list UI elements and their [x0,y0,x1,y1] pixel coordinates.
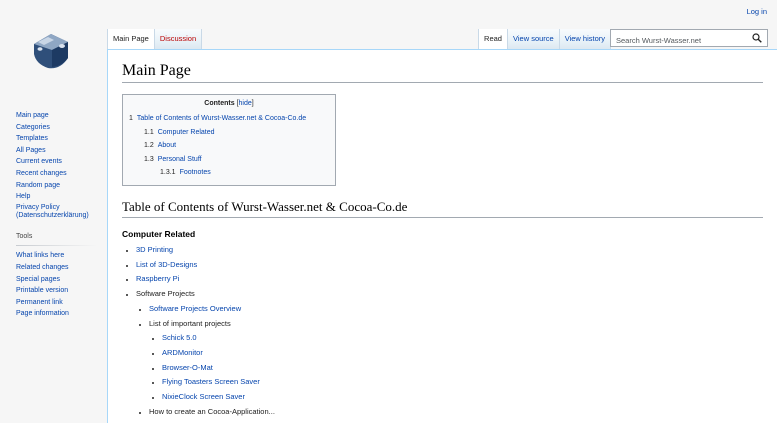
toc-link[interactable]: Personal Stuff [158,156,202,163]
link-browser-o-mat[interactable]: Browser-O-Mat [162,363,213,372]
sidebar-item-templates[interactable]: Templates [16,133,107,145]
list-item: NixieClock Screen Saver [162,390,763,405]
table-of-contents: Contents [hide] 1 Table of Contents of Wu… [122,94,336,186]
sidebar-item-random-page[interactable]: Random page [16,180,107,192]
tab-read[interactable]: Read [478,29,507,49]
toc-list: 1 Table of Contents of Wurst-Wasser.net &… [129,112,329,180]
sidebar-item-privacy-policy[interactable]: Privacy Policy (Datenschutzerklärung) [16,203,107,221]
tab-main-page[interactable]: Main Page [107,29,154,49]
sidebar-item-categories[interactable]: Categories [16,122,107,134]
tools-list: What links here Related changes Special … [0,250,107,320]
list-item: Raspberry Pi [136,272,763,287]
sidebar-item-what-links-here[interactable]: What links here [16,250,107,262]
sidebar-item-current-events[interactable]: Current events [16,156,107,168]
sidebar-item-page-information[interactable]: Page information [16,308,107,320]
link-nixieclock[interactable]: NixieClock Screen Saver [162,392,245,401]
navigation-list: Main page Categories Templates All Pages… [0,110,107,221]
toc-number: 1.3.1 [160,169,176,177]
toc-link[interactable]: About [158,142,176,149]
search-input[interactable] [611,32,751,49]
list-item: Flying Toasters Screen Saver [162,375,763,390]
important-projects-label: List of important projects [149,318,231,328]
sidebar: Main page Categories Templates All Pages… [0,110,107,320]
list-item: Software Projects Overview [149,302,763,317]
sidebar-item-recent-changes[interactable]: Recent changes [16,168,107,180]
link-ardmonitor[interactable]: ARDMonitor [162,348,203,357]
sidebar-item-main-page[interactable]: Main page [16,110,107,122]
sidebar-item-all-pages[interactable]: All Pages [16,145,107,157]
login-link[interactable]: Log in [747,7,767,16]
page-title: Main Page [122,62,763,83]
personal-tools: Log in [747,7,767,16]
toc-item[interactable]: 1.3 Personal Stuff [129,153,329,167]
content-list: 3D Printing List of 3D-Designs Raspberry… [122,243,763,419]
tab-discussion[interactable]: Discussion [153,29,203,49]
list-item: List of 3D-Designs [136,258,763,273]
link-software-overview[interactable]: Software Projects Overview [149,304,241,313]
toc-number: 1.3 [144,155,154,163]
search-box [610,29,768,49]
link-3d-printing[interactable]: 3D Printing [136,245,173,254]
main-content: Main Page Contents [hide] 1 Table of Cont… [107,49,777,423]
search-icon[interactable] [752,33,762,43]
list-item: Browser-O-Mat [162,361,763,376]
link-schick[interactable]: Schick 5.0 [162,333,197,342]
toc-title: Contents [hide] [204,100,254,107]
sidebar-item-help[interactable]: Help [16,191,107,203]
view-tabs: Read View source View history [478,29,611,49]
link-3d-designs[interactable]: List of 3D-Designs [136,260,197,269]
toc-item[interactable]: 1 Table of Contents of Wurst-Wasser.net &… [129,112,329,126]
link-flying-toasters[interactable]: Flying Toasters Screen Saver [162,377,260,386]
software-projects-label: Software Projects [136,289,195,299]
list-item: Software Projects Software Projects Over… [136,287,763,419]
tab-view-source[interactable]: View source [506,29,559,49]
toc-item[interactable]: 1.1 Computer Related [129,126,329,140]
toc-item[interactable]: 1.2 About [129,139,329,153]
sidebar-item-permanent-link[interactable]: Permanent link [16,297,107,309]
toc-link[interactable]: Footnotes [180,169,211,176]
toc-link[interactable]: Computer Related [158,129,215,136]
list-item: 3D Printing [136,243,763,258]
toc-number: 1.2 [144,142,154,150]
toc-number: 1 [129,115,133,122]
sidebar-item-special-pages[interactable]: Special pages [16,274,107,286]
toc-number: 1.1 [144,128,154,136]
subsection-heading: Computer Related [122,229,196,239]
sidebar-item-printable-version[interactable]: Printable version [16,285,107,297]
list-item: Schick 5.0 [162,331,763,346]
tools-heading: Tools [0,231,107,247]
list-item: How to create an Cocoa-Application... [149,405,763,420]
toc-link[interactable]: Table of Contents of Wurst-Wasser.net & … [137,115,306,122]
tab-view-history[interactable]: View history [558,29,611,49]
cocoa-app-label: How to create an Cocoa-Application... [149,406,275,416]
sidebar-item-related-changes[interactable]: Related changes [16,262,107,274]
toc-item[interactable]: 1.3.1 Footnotes [129,166,329,180]
link-raspberry-pi[interactable]: Raspberry Pi [136,274,179,283]
list-item: List of important projects Schick 5.0 AR… [149,317,763,405]
important-sublist: Schick 5.0 ARDMonitor Browser-O-Mat Flyi… [149,331,763,405]
software-sublist: Software Projects Overview List of impor… [136,302,763,420]
site-logo[interactable] [26,30,76,74]
namespace-tabs: Main Page Discussion [107,29,203,49]
toc-hide-link[interactable]: hide [239,100,252,107]
section-heading: Table of Contents of Wurst-Wasser.net & … [122,199,763,218]
list-item: ARDMonitor [162,346,763,361]
toc-heading: Contents [204,100,235,107]
